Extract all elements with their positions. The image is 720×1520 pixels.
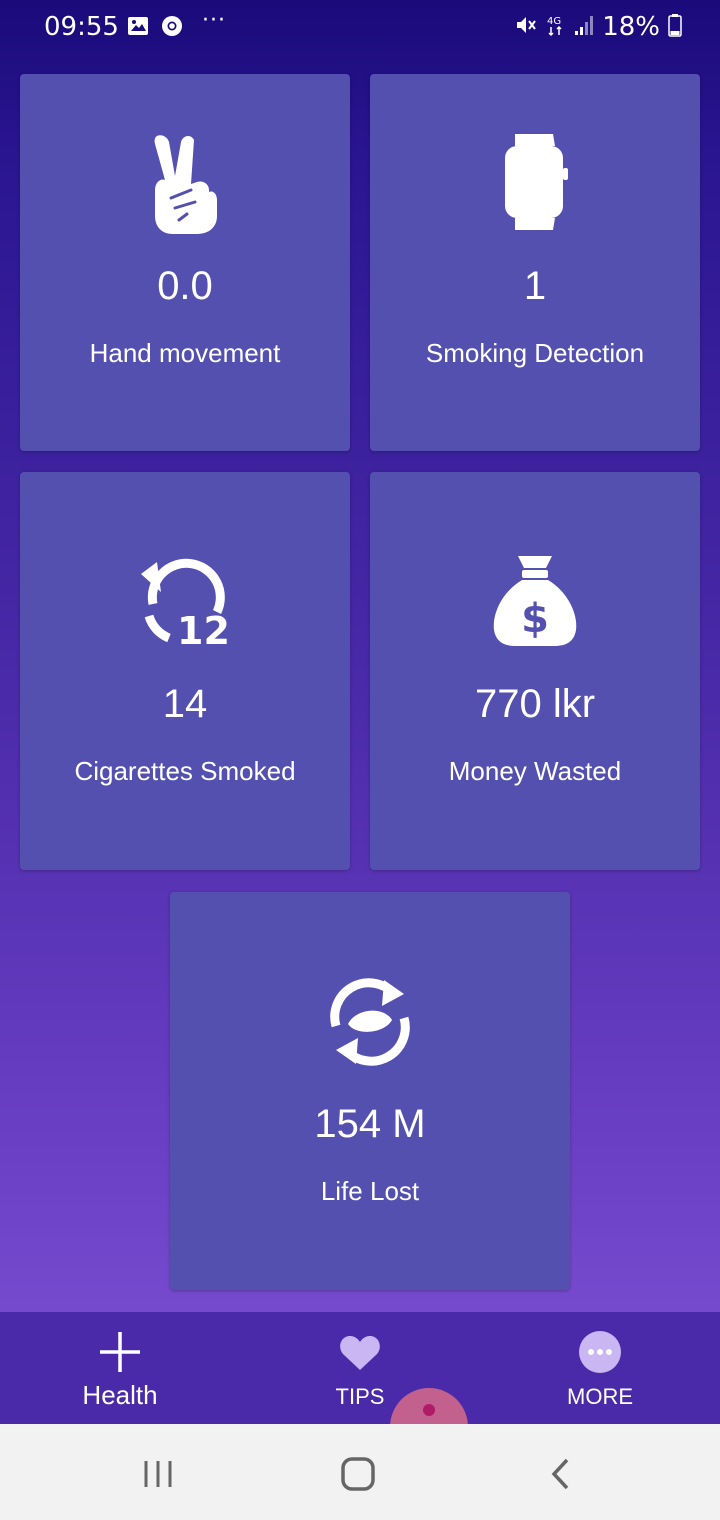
bottom-navigation: Health TIPS MORE (0, 1312, 720, 1424)
smoking-detection-card[interactable]: 1 Smoking Detection (370, 74, 700, 451)
svg-text:$: $ (521, 596, 549, 642)
4g-icon: 4G (546, 13, 566, 41)
more-notifications-icon: ··· (202, 8, 226, 33)
cigarettes-smoked-label: Cigarettes Smoked (74, 756, 296, 786)
fab-dot-icon (423, 1404, 435, 1416)
home-icon (341, 1457, 375, 1491)
back-button[interactable] (530, 1454, 590, 1494)
hand-movement-value: 0.0 (157, 264, 213, 308)
status-time: 09:55 (44, 12, 119, 42)
life-lost-value: 154 M (314, 1102, 426, 1146)
hand-movement-label: Hand movement (89, 338, 281, 368)
plus-icon (0, 1330, 240, 1374)
counter-12-icon: 12 (20, 556, 350, 648)
chrome-icon (160, 14, 184, 38)
life-cycle-icon (170, 978, 570, 1066)
nav-label-health: Health (82, 1380, 158, 1410)
money-wasted-card[interactable]: $ 770 lkr Money Wasted (370, 472, 700, 870)
counter-12-text: 12 (177, 609, 230, 648)
battery-percent: 18% (602, 12, 660, 42)
recent-apps-button[interactable] (128, 1454, 188, 1494)
cigarettes-smoked-value: 14 (162, 682, 208, 726)
life-lost-card[interactable]: 154 M Life Lost (170, 892, 570, 1290)
svg-text:4G: 4G (547, 16, 561, 27)
more-icon (480, 1330, 720, 1374)
home-button[interactable] (328, 1454, 388, 1494)
money-wasted-value: 770 lkr (474, 682, 596, 726)
nav-item-health[interactable]: Health (0, 1312, 240, 1424)
life-lost-label: Life Lost (320, 1176, 420, 1206)
smoking-detection-value: 1 (523, 264, 547, 308)
status-bar: 09:55 ··· 4G 18% (0, 0, 720, 58)
nav-label-more: MORE (567, 1384, 633, 1409)
money-wasted-label: Money Wasted (448, 756, 622, 786)
money-bag-icon: $ (370, 554, 700, 646)
cigarettes-smoked-card[interactable]: 12 14 Cigarettes Smoked (20, 472, 350, 870)
system-navigation-bar (0, 1424, 720, 1520)
recent-apps-icon (144, 1461, 172, 1487)
status-right-group: 4G 18% (514, 12, 682, 42)
back-icon (551, 1458, 569, 1490)
hand-movement-card[interactable]: 0.0 Hand movement (20, 74, 350, 451)
smartwatch-icon (370, 130, 700, 234)
battery-icon (668, 13, 682, 41)
gallery-icon (126, 14, 150, 38)
smoking-detection-label: Smoking Detection (425, 338, 645, 368)
mute-icon (514, 13, 538, 41)
nav-item-more[interactable]: MORE (480, 1312, 720, 1424)
heart-icon (240, 1334, 480, 1372)
victory-hand-icon (20, 132, 350, 234)
signal-icon (574, 14, 594, 40)
